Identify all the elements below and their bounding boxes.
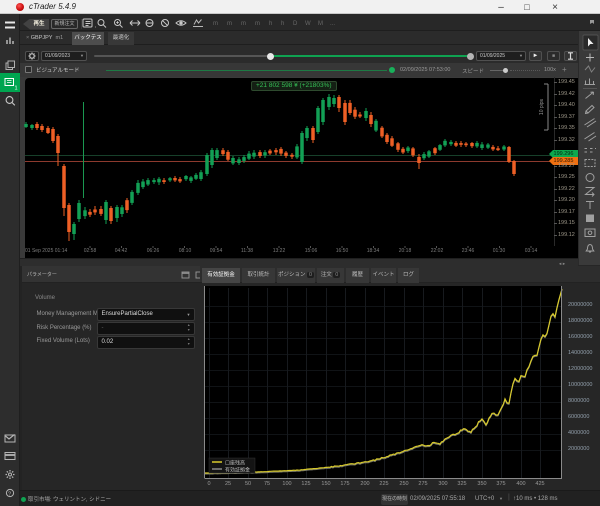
svg-text:m: m: [213, 21, 218, 27]
svg-text:W: W: [305, 21, 311, 27]
svg-text:m: m: [227, 21, 232, 27]
svg-text:M: M: [318, 21, 323, 27]
svg-text:m: m: [241, 21, 246, 27]
svg-text:h: h: [269, 21, 272, 27]
svg-text:10 pips: 10 pips: [539, 98, 545, 115]
svg-text:口座残高: 口座残高: [225, 460, 245, 467]
svg-text:m: m: [255, 21, 260, 27]
svg-text:...: ...: [330, 21, 335, 27]
svg-text:D: D: [293, 21, 298, 27]
svg-text:h: h: [281, 21, 284, 27]
svg-text:?: ?: [8, 492, 11, 498]
svg-text:有効証拠金: 有効証拠金: [225, 467, 250, 474]
